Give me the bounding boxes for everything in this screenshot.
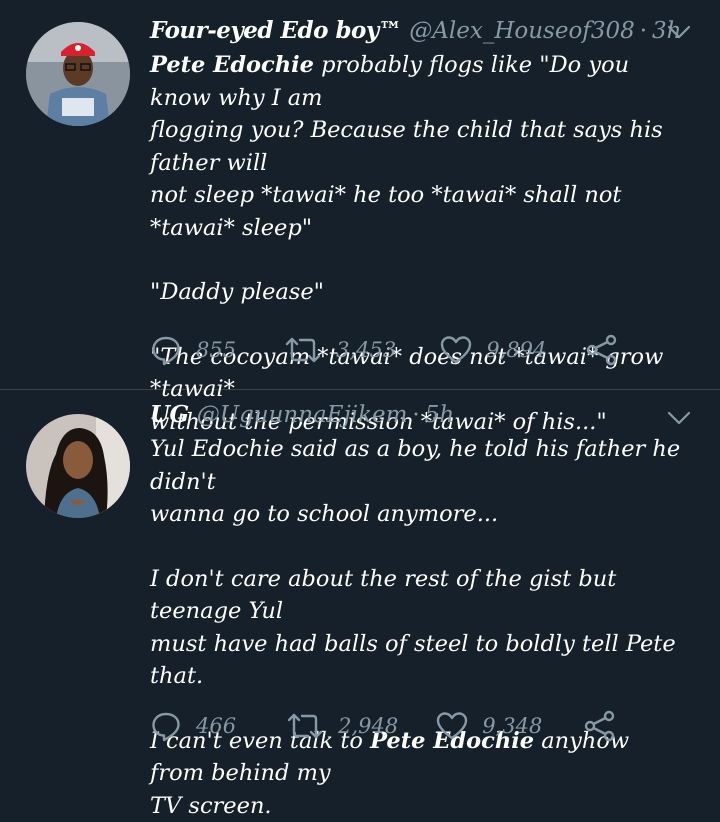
tweet-text-line: I don't care about the rest of the gist … (150, 563, 682, 628)
like-icon (440, 335, 472, 365)
tweet-text-line: flogging you? Because the child that say… (150, 114, 682, 179)
timestamp[interactable]: 5h (425, 400, 454, 430)
tweet-text-line: "Daddy please" (150, 276, 682, 309)
text-segment: Yul Edochie said as a boy, he told his f… (150, 436, 680, 495)
avatar[interactable] (26, 22, 130, 126)
display-name[interactable]: UG (150, 400, 189, 430)
share-button[interactable] (586, 334, 618, 366)
tweet[interactable]: Four-eyed Edo boy™ @Alex_Houseof308 · 3h… (0, 0, 720, 390)
text-segment: not sleep *tawai* he too *tawai* shall n… (150, 182, 621, 241)
like-button[interactable]: 9,894 (440, 335, 546, 365)
retweet-button[interactable]: 3,453 (284, 335, 396, 365)
like-count: 9,894 (486, 338, 546, 362)
avatar[interactable] (26, 414, 130, 518)
separator-dot: · (412, 400, 419, 430)
share-button[interactable] (584, 710, 616, 742)
tweet[interactable]: UG @UguunnaEjikem · 5h Yul Edochie said … (0, 390, 720, 771)
tweet-text-line: TV screen. (150, 790, 682, 822)
share-icon (584, 710, 616, 742)
tweet-text-line: not sleep *tawai* he too *tawai* shall n… (150, 179, 682, 244)
reply-icon (150, 334, 182, 366)
paragraph-gap (150, 244, 682, 276)
paragraph-gap (150, 531, 682, 563)
tweet-text-line: Yul Edochie said as a boy, he told his f… (150, 433, 682, 498)
reply-icon (150, 710, 182, 742)
reply-button[interactable]: 466 (150, 710, 236, 742)
retweet-count: 3,453 (336, 338, 396, 362)
text-segment: TV screen. (150, 793, 272, 819)
retweet-button[interactable]: 2,948 (286, 711, 398, 741)
reply-count: 466 (196, 714, 236, 738)
user-handle[interactable]: @Alex_Houseof308 (409, 16, 634, 46)
bold-text: Pete Edochie (150, 52, 314, 78)
reply-count: 855 (196, 338, 236, 362)
text-segment: "Daddy please" (150, 279, 324, 305)
text-segment: flogging you? Because the child that say… (150, 117, 663, 176)
retweet-icon (286, 711, 324, 741)
separator-dot: · (640, 16, 647, 46)
text-segment: I don't care about the rest of the gist … (150, 566, 616, 625)
like-count: 9,348 (482, 714, 542, 738)
chevron-down-icon[interactable] (666, 22, 692, 42)
tweet-text: Yul Edochie said as a boy, he told his f… (150, 433, 700, 822)
chevron-down-icon[interactable] (666, 408, 692, 428)
user-handle[interactable]: @UguunnaEjikem (197, 400, 408, 430)
text-segment: must have had balls of steel to boldly t… (150, 631, 676, 690)
display-name[interactable]: Four-eyed Edo boy™ (150, 16, 401, 46)
retweet-count: 2,948 (338, 714, 398, 738)
tweet-actions: 855 3,453 9,894 (150, 334, 618, 366)
like-button[interactable]: 9,348 (436, 711, 542, 741)
retweet-icon (284, 335, 322, 365)
tweet-text-line: Pete Edochie probably flogs like "Do you… (150, 49, 682, 114)
reply-button[interactable]: 855 (150, 334, 236, 366)
tweet-header: Four-eyed Edo boy™ @Alex_Houseof308 · 3h (150, 16, 700, 46)
text-segment: wanna go to school anymore... (150, 501, 498, 527)
tweet-text: Pete Edochie probably flogs like "Do you… (150, 49, 700, 438)
tweet-header: UG @UguunnaEjikem · 5h (150, 400, 700, 430)
tweet-text-line: must have had balls of steel to boldly t… (150, 628, 682, 693)
share-icon (586, 334, 618, 366)
tweet-text-line: wanna go to school anymore... (150, 498, 682, 531)
like-icon (436, 711, 468, 741)
tweet-actions: 466 2,948 9,348 (150, 710, 616, 742)
